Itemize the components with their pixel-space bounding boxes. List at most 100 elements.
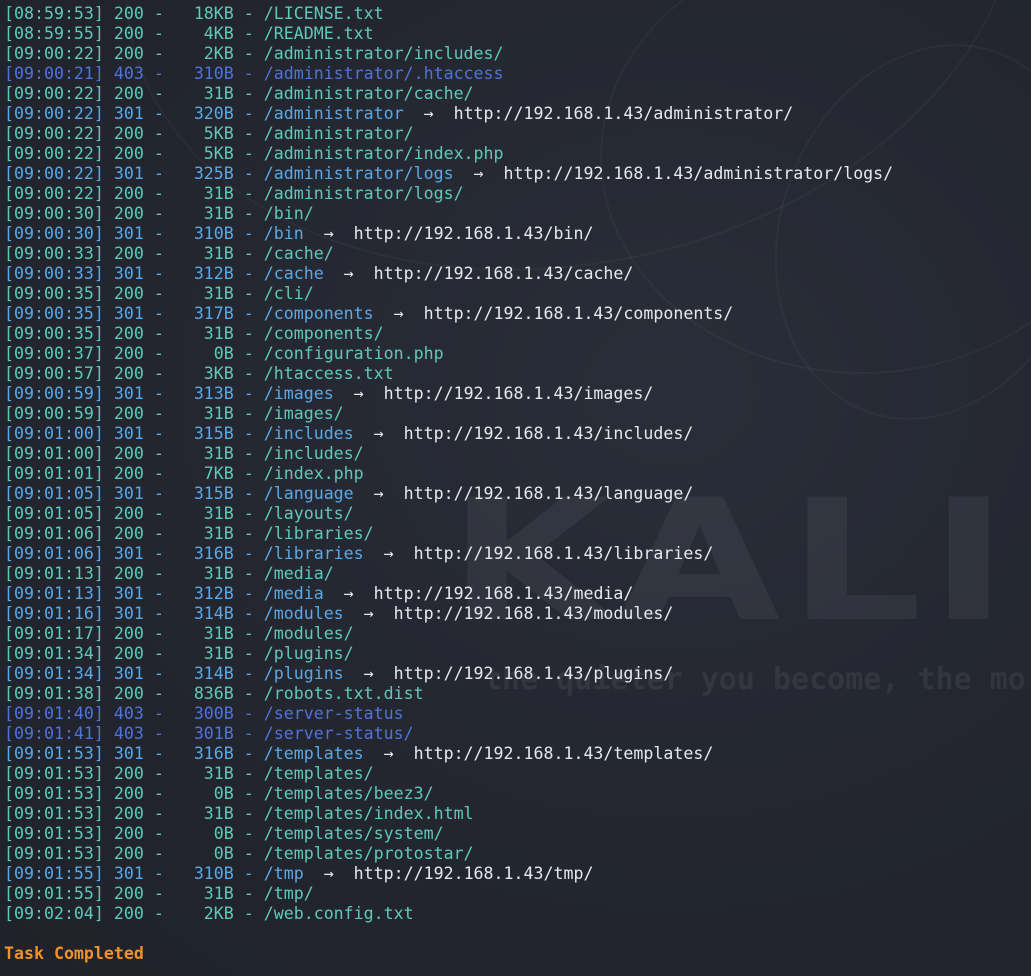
scan-result-line: [09:01:53] 200 - 0B - /templates/system/ — [4, 824, 1031, 844]
scan-result-entry: [09:01:34] 200 - 31B - /plugins/ — [4, 644, 354, 663]
scan-result-line: [09:01:53] 200 - 31B - /templates/index.… — [4, 804, 1031, 824]
scan-result-entry: [09:01:13] 200 - 31B - /media/ — [4, 564, 334, 583]
scan-result-line: [09:01:06] 301 - 316B - /libraries → htt… — [4, 544, 1031, 564]
redirect-target: http://192.168.1.43/images/ — [383, 384, 654, 403]
scan-result-line: [09:00:37] 200 - 0B - /configuration.php — [4, 344, 1031, 364]
scan-result-entry: [09:01:53] 200 - 31B - /templates/ — [4, 764, 374, 783]
redirect-arrow-icon: → — [303, 864, 354, 883]
redirect-target: http://192.168.1.43/libraries/ — [413, 544, 714, 563]
redirect-arrow-icon: → — [353, 484, 404, 503]
redirect-arrow-icon: → — [403, 104, 454, 123]
scan-result-line: [09:00:35] 200 - 31B - /cli/ — [4, 284, 1031, 304]
redirect-arrow-icon: → — [363, 744, 414, 763]
scan-result-entry: [09:01:17] 200 - 31B - /modules/ — [4, 624, 354, 643]
scan-result-line: [09:01:05] 301 - 315B - /language → http… — [4, 484, 1031, 504]
redirect-arrow-icon: → — [323, 584, 374, 603]
redirect-arrow-icon: → — [343, 664, 394, 683]
scan-result-line: [09:00:22] 301 - 325B - /administrator/l… — [4, 164, 1031, 184]
scan-result-entry: [09:00:57] 200 - 3KB - /htaccess.txt — [4, 364, 394, 383]
scan-result-entry: [09:00:35] 200 - 31B - /components/ — [4, 324, 384, 343]
scan-result-line: [09:01:05] 200 - 31B - /layouts/ — [4, 504, 1031, 524]
redirect-target: http://192.168.1.43/administrator/logs/ — [503, 164, 894, 183]
redirect-target: http://192.168.1.43/administrator/ — [453, 104, 794, 123]
scan-result-line: [09:00:33] 301 - 312B - /cache → http://… — [4, 264, 1031, 284]
scan-result-entry: [09:00:22] 200 - 5KB - /administrator/in… — [4, 144, 504, 163]
redirect-target: http://192.168.1.43/language/ — [403, 484, 694, 503]
scan-result-entry: [09:00:22] 200 - 31B - /administrator/ca… — [4, 84, 474, 103]
scan-result-entry: [09:01:13] 301 - 312B - /media — [4, 584, 324, 603]
scan-result-entry: [09:01:34] 301 - 314B - /plugins — [4, 664, 344, 683]
scan-result-line: [09:01:34] 301 - 314B - /plugins → http:… — [4, 664, 1031, 684]
scan-result-line: [09:00:59] 301 - 313B - /images → http:/… — [4, 384, 1031, 404]
redirect-arrow-icon: → — [343, 604, 394, 623]
scan-result-line: [09:00:22] 200 - 2KB - /administrator/in… — [4, 44, 1031, 64]
scan-result-entry: [09:00:22] 200 - 5KB - /administrator/ — [4, 124, 414, 143]
redirect-target: http://192.168.1.43/cache/ — [373, 264, 634, 283]
scan-result-entry: [09:01:16] 301 - 314B - /modules — [4, 604, 344, 623]
scan-result-line: [09:00:35] 200 - 31B - /components/ — [4, 324, 1031, 344]
scan-result-entry: [09:01:06] 301 - 316B - /libraries — [4, 544, 364, 563]
scan-result-entry: [09:00:30] 200 - 31B - /bin/ — [4, 204, 314, 223]
scan-result-entry: [09:00:35] 301 - 317B - /components — [4, 304, 374, 323]
redirect-target: http://192.168.1.43/tmp/ — [353, 864, 594, 883]
scan-result-line: [09:00:22] 200 - 31B - /administrator/ca… — [4, 84, 1031, 104]
scan-result-entry: [09:01:53] 301 - 316B - /templates — [4, 744, 364, 763]
scan-result-line: [09:01:00] 301 - 315B - /includes → http… — [4, 424, 1031, 444]
scan-result-line: [09:01:53] 200 - 31B - /templates/ — [4, 764, 1031, 784]
redirect-target: http://192.168.1.43/modules/ — [393, 604, 674, 623]
redirect-arrow-icon: → — [303, 224, 354, 243]
scan-result-entry: [09:00:35] 200 - 31B - /cli/ — [4, 284, 314, 303]
scan-result-line: [09:01:55] 301 - 310B - /tmp → http://19… — [4, 864, 1031, 884]
scan-result-entry: [08:59:53] 200 - 18KB - /LICENSE.txt — [4, 4, 384, 23]
scan-result-entry: [09:01:53] 200 - 0B - /templates/system/ — [4, 824, 444, 843]
scan-result-entry: [09:00:22] 301 - 325B - /administrator/l… — [4, 164, 454, 183]
scan-result-line: [09:01:40] 403 - 300B - /server-status — [4, 704, 1031, 724]
redirect-arrow-icon: → — [373, 304, 424, 323]
scan-result-line: [09:01:41] 403 - 301B - /server-status/ — [4, 724, 1031, 744]
scan-result-line: [09:01:17] 200 - 31B - /modules/ — [4, 624, 1031, 644]
scan-result-line: [09:01:53] 301 - 316B - /templates → htt… — [4, 744, 1031, 764]
redirect-target: http://192.168.1.43/media/ — [373, 584, 634, 603]
scan-result-line: [09:00:22] 200 - 5KB - /administrator/ — [4, 124, 1031, 144]
scan-result-line: [09:00:30] 200 - 31B - /bin/ — [4, 204, 1031, 224]
scan-result-line: [08:59:55] 200 - 4KB - /README.txt — [4, 24, 1031, 44]
redirect-arrow-icon: → — [333, 384, 384, 403]
scan-result-line: [09:01:34] 200 - 31B - /plugins/ — [4, 644, 1031, 664]
scan-result-line: [09:01:13] 200 - 31B - /media/ — [4, 564, 1031, 584]
scan-result-line: [09:01:38] 200 - 836B - /robots.txt.dist — [4, 684, 1031, 704]
redirect-arrow-icon: → — [323, 264, 374, 283]
redirect-target: http://192.168.1.43/components/ — [423, 304, 734, 323]
scan-result-line: [09:00:57] 200 - 3KB - /htaccess.txt — [4, 364, 1031, 384]
scan-result-entry: [09:00:22] 200 - 2KB - /administrator/in… — [4, 44, 504, 63]
scan-result-line: [09:01:06] 200 - 31B - /libraries/ — [4, 524, 1031, 544]
scan-result-line: [09:02:04] 200 - 2KB - /web.config.txt — [4, 904, 1031, 924]
redirect-target: http://192.168.1.43/includes/ — [403, 424, 694, 443]
scan-result-line: [09:01:13] 301 - 312B - /media → http://… — [4, 584, 1031, 604]
scan-result-entry: [09:01:40] 403 - 300B - /server-status — [4, 704, 404, 723]
scan-result-entry: [08:59:55] 200 - 4KB - /README.txt — [4, 24, 374, 43]
scan-result-entry: [09:01:53] 200 - 0B - /templates/protost… — [4, 844, 474, 863]
redirect-arrow-icon: → — [353, 424, 404, 443]
scan-result-line: [09:01:53] 200 - 0B - /templates/protost… — [4, 844, 1031, 864]
scan-result-entry: [09:01:00] 301 - 315B - /includes — [4, 424, 354, 443]
scan-result-entry: [09:00:33] 301 - 312B - /cache — [4, 264, 324, 283]
scan-result-entry: [09:01:05] 200 - 31B - /layouts/ — [4, 504, 354, 523]
scan-result-entry: [09:01:55] 301 - 310B - /tmp — [4, 864, 304, 883]
terminal-window[interactable]: KALI LI the quieter you become, the mo [… — [0, 0, 1031, 976]
scan-result-line: [08:59:53] 200 - 18KB - /LICENSE.txt — [4, 4, 1031, 24]
redirect-target: http://192.168.1.43/plugins/ — [393, 664, 674, 683]
redirect-target: http://192.168.1.43/bin/ — [353, 224, 594, 243]
scan-result-entry: [09:00:59] 301 - 313B - /images — [4, 384, 334, 403]
scan-result-line: [09:00:21] 403 - 310B - /administrator/.… — [4, 64, 1031, 84]
scan-result-line: [09:00:59] 200 - 31B - /images/ — [4, 404, 1031, 424]
scan-output: [08:59:53] 200 - 18KB - /LICENSE.txt [08:… — [4, 4, 1031, 924]
scan-result-line: [09:00:22] 200 - 31B - /administrator/lo… — [4, 184, 1031, 204]
scan-result-entry: [09:01:55] 200 - 31B - /tmp/ — [4, 884, 314, 903]
scan-result-entry: [09:01:38] 200 - 836B - /robots.txt.dist — [4, 684, 424, 703]
scan-result-entry: [09:00:33] 200 - 31B - /cache/ — [4, 244, 334, 263]
scan-result-entry: [09:01:41] 403 - 301B - /server-status/ — [4, 724, 414, 743]
task-completed-message: Task Completed — [4, 944, 144, 963]
redirect-arrow-icon: → — [453, 164, 504, 183]
scan-result-line: [09:00:35] 301 - 317B - /components → ht… — [4, 304, 1031, 324]
scan-result-line: [09:01:16] 301 - 314B - /modules → http:… — [4, 604, 1031, 624]
